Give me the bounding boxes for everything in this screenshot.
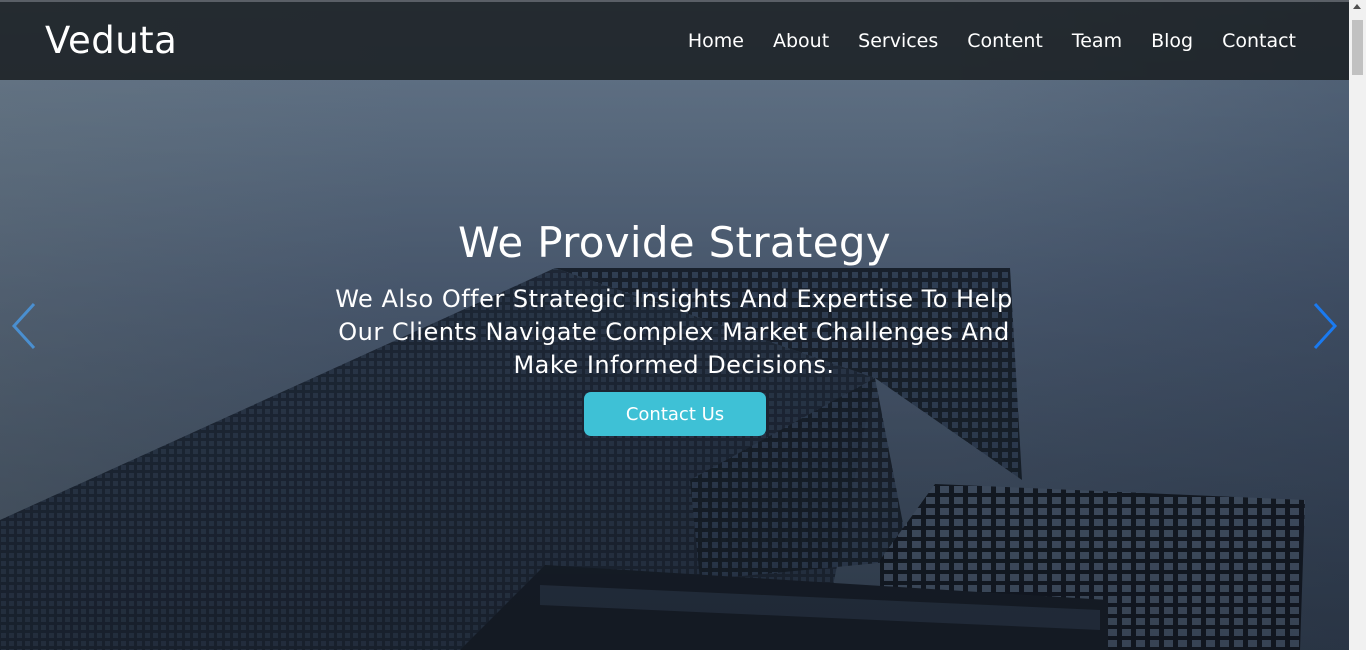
scroll-thumb[interactable]: [1352, 20, 1363, 75]
nav-team[interactable]: Team: [1072, 30, 1122, 52]
nav-content[interactable]: Content: [967, 30, 1043, 52]
vertical-scrollbar[interactable]: [1349, 0, 1366, 650]
nav-home[interactable]: Home: [688, 30, 744, 52]
nav-contact[interactable]: Contact: [1222, 30, 1296, 52]
browser-viewport: We Provide Strategy We Also Offer Strate…: [0, 0, 1349, 650]
chevron-left-icon[interactable]: [8, 300, 42, 352]
hero-subline: We Also Offer Strategic Insights And Exp…: [335, 285, 1013, 379]
hero-headline: We Provide Strategy: [458, 218, 891, 267]
site-header: Veduta Home About Services Content Team …: [0, 0, 1349, 80]
scroll-up-arrow-icon[interactable]: [1353, 4, 1361, 9]
nav-about[interactable]: About: [773, 30, 829, 52]
chevron-right-icon[interactable]: [1307, 300, 1341, 352]
nav-services[interactable]: Services: [858, 30, 938, 52]
brand-logo[interactable]: Veduta: [45, 19, 177, 62]
contact-us-button[interactable]: Contact Us: [584, 392, 766, 436]
hero-slide: We Provide Strategy We Also Offer Strate…: [0, 0, 1349, 650]
main-nav: Home About Services Content Team Blog Co…: [659, 30, 1296, 52]
nav-blog[interactable]: Blog: [1151, 30, 1193, 52]
